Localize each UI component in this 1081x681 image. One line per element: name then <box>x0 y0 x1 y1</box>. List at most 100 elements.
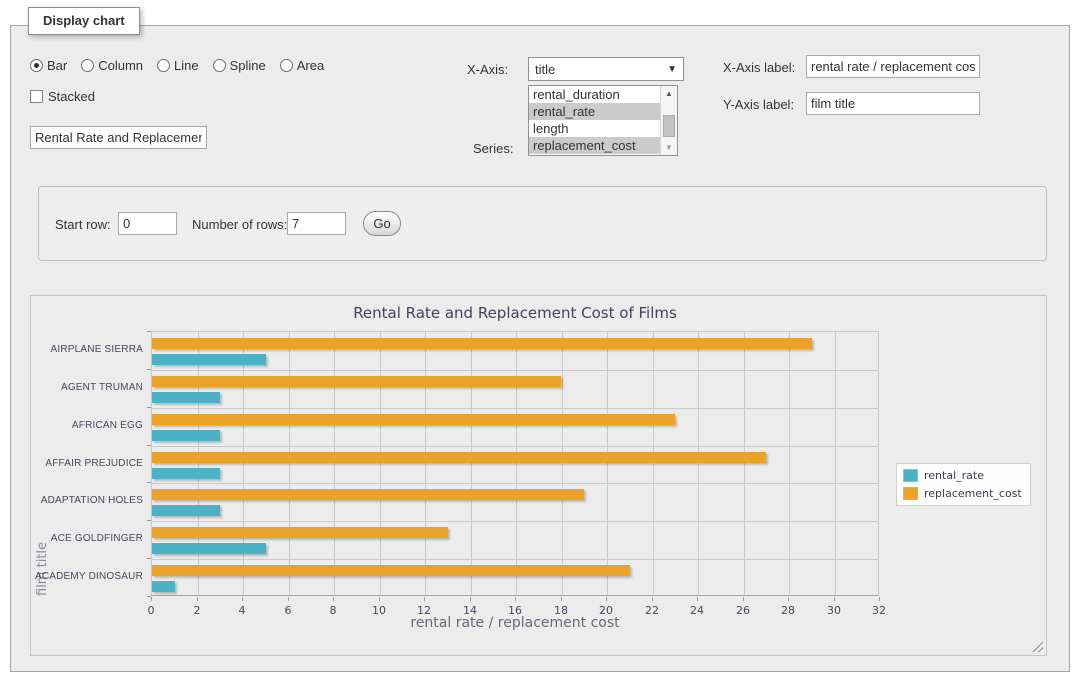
y-tick-mark <box>147 520 151 521</box>
chart-bar-rental_rate <box>152 430 220 441</box>
scroll-up-icon[interactable]: ▲ <box>661 86 677 101</box>
scroll-down-icon[interactable]: ▼ <box>661 140 677 155</box>
category-label: ACADEMY DINOSAUR <box>31 571 143 582</box>
chart-type-option-bar[interactable]: Bar <box>30 58 67 73</box>
x-tick-mark <box>606 597 607 601</box>
category-label: AFFAIR PREJUDICE <box>31 458 143 469</box>
category-label: ACE GOLDFINGER <box>31 533 143 544</box>
series-listbox: rental_durationrental_ratelengthreplacem… <box>528 85 678 156</box>
category-label: ADAPTATION HOLES <box>31 495 143 506</box>
y-axis-label-label: Y-Axis label: <box>723 97 794 112</box>
gridline <box>789 332 790 595</box>
gridline <box>152 521 878 522</box>
start-row-input[interactable] <box>118 212 177 235</box>
dropdown-arrow-icon: ▼ <box>667 64 677 75</box>
series-option-rental_duration[interactable]: rental_duration <box>529 86 660 103</box>
x-axis-label-label: X-Axis label: <box>723 60 795 75</box>
y-axis-label-input[interactable] <box>806 92 980 115</box>
chart-bar-replacement_cost <box>152 452 766 463</box>
gridline <box>744 332 745 595</box>
gridline <box>562 332 563 595</box>
x-tick-mark <box>242 597 243 601</box>
radio-icon[interactable] <box>213 59 226 72</box>
page: Display chart Bar Column Line Spline Area St… <box>0 0 1081 681</box>
resize-handle-icon[interactable] <box>1032 641 1043 652</box>
num-rows-input[interactable] <box>287 212 346 235</box>
x-tick-mark <box>743 597 744 601</box>
chart-bar-rental_rate <box>152 392 220 403</box>
chart-title-input[interactable] <box>30 126 207 149</box>
chart-container: Rental Rate and Replacement Cost of Film… <box>30 295 1047 656</box>
chart-bar-rental_rate <box>152 505 220 516</box>
gridline <box>835 332 836 595</box>
chart-bar-rental_rate <box>152 468 220 479</box>
x-axis-selected-value: title <box>535 62 667 77</box>
x-tick-mark <box>379 597 380 601</box>
go-button[interactable]: Go <box>363 211 401 236</box>
x-axis-label-input[interactable] <box>806 55 980 78</box>
x-axis-select[interactable]: title ▼ <box>528 57 684 81</box>
gridline <box>698 332 699 595</box>
gridline <box>198 332 199 595</box>
y-tick-mark <box>147 445 151 446</box>
stacked-checkbox-icon[interactable] <box>30 90 43 103</box>
series-listbox-scrollbar[interactable]: ▲ ▼ <box>660 86 677 155</box>
x-tick-mark <box>879 597 880 601</box>
series-listbox-label: Series: <box>473 141 513 156</box>
x-axis-select-label: X-Axis: <box>467 62 508 77</box>
legend-label: replacement_cost <box>924 487 1022 500</box>
chart-type-option-label: Line <box>174 58 199 73</box>
chart-x-axis-title: rental rate / replacement cost <box>151 615 879 631</box>
y-tick-mark <box>147 558 151 559</box>
gridline <box>516 332 517 595</box>
chart-type-option-label: Bar <box>47 58 67 73</box>
gridline <box>653 332 654 595</box>
chart-bar-replacement_cost <box>152 338 812 349</box>
chart-bar-rental_rate <box>152 543 266 554</box>
radio-icon[interactable] <box>81 59 94 72</box>
category-label: AGENT TRUMAN <box>31 382 143 393</box>
chart-type-option-spline[interactable]: Spline <box>213 58 266 73</box>
radio-icon[interactable] <box>157 59 170 72</box>
x-tick-mark <box>561 597 562 601</box>
series-option-length[interactable]: length <box>529 120 660 137</box>
y-tick-mark <box>147 331 151 332</box>
x-tick-mark <box>424 597 425 601</box>
gridline <box>471 332 472 595</box>
x-tick-mark <box>197 597 198 601</box>
category-label: AFRICAN EGG <box>31 420 143 431</box>
category-label: AIRPLANE SIERRA <box>31 344 143 355</box>
legend-swatch-icon <box>903 487 918 500</box>
stacked-option[interactable]: Stacked <box>30 89 95 104</box>
x-tick-mark <box>834 597 835 601</box>
row-range-panel <box>38 186 1047 261</box>
gridline <box>152 483 878 484</box>
radio-icon[interactable] <box>280 59 293 72</box>
display-chart-legend: Display chart <box>28 7 140 35</box>
chart-type-option-column[interactable]: Column <box>81 58 143 73</box>
scrollbar-thumb[interactable] <box>663 115 675 137</box>
x-tick-mark <box>788 597 789 601</box>
radio-icon[interactable] <box>30 59 43 72</box>
start-row-label: Start row: <box>55 217 111 232</box>
gridline <box>243 332 244 595</box>
x-tick-mark <box>515 597 516 601</box>
gridline <box>152 446 878 447</box>
chart-bar-replacement_cost <box>152 376 561 387</box>
chart-type-radio-group: Bar Column Line Spline Area <box>30 58 324 73</box>
gridline <box>289 332 290 595</box>
legend-item: replacement_cost <box>903 487 1022 500</box>
series-option-rental_rate[interactable]: rental_rate <box>529 103 660 120</box>
gridline <box>334 332 335 595</box>
series-listbox-options: rental_durationrental_ratelengthreplacem… <box>529 86 660 155</box>
chart-type-option-line[interactable]: Line <box>157 58 199 73</box>
gridline <box>152 559 878 560</box>
scrollbar-track[interactable] <box>661 101 677 140</box>
gridline <box>380 332 381 595</box>
chart-type-option-area[interactable]: Area <box>280 58 324 73</box>
y-tick-mark <box>147 596 151 597</box>
series-option-replacement_cost[interactable]: replacement_cost <box>529 137 660 154</box>
gridline <box>607 332 608 595</box>
num-rows-label: Number of rows: <box>192 217 287 232</box>
chart-bar-replacement_cost <box>152 489 584 500</box>
